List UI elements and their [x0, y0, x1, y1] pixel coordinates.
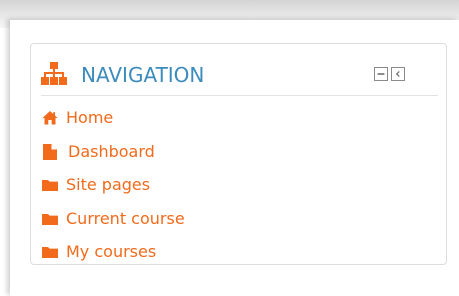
nav-item-site-pages[interactable]: Site pages — [41, 173, 438, 207]
nav-label[interactable]: Current course — [66, 207, 185, 231]
block-controls — [374, 67, 414, 83]
nav-label[interactable]: Site pages — [66, 173, 150, 197]
navigation-block: NAVIGATION Home Dashboard Site pages Cur… — [30, 43, 447, 265]
nav-item-dashboard[interactable]: Dashboard — [41, 140, 438, 174]
nav-item-current-course[interactable]: Current course — [41, 207, 438, 241]
folder-icon — [42, 247, 58, 258]
nav-label[interactable]: Dashboard — [68, 140, 155, 164]
nav-item-my-courses[interactable]: My courses — [41, 240, 438, 274]
document-icon — [43, 143, 57, 160]
navigation-list: Home Dashboard Site pages Current course… — [41, 106, 438, 274]
block-title: NAVIGATION — [81, 63, 205, 87]
sitemap-icon — [41, 62, 67, 85]
folder-icon — [42, 213, 58, 225]
nav-label[interactable]: Home — [66, 106, 113, 130]
minus-box-icon[interactable] — [374, 67, 388, 81]
block-header: NAVIGATION — [41, 59, 438, 96]
nav-item-home[interactable]: Home — [41, 106, 438, 140]
nav-label[interactable]: My courses — [66, 240, 156, 264]
folder-icon — [42, 180, 58, 191]
screenshot-frame: NAVIGATION Home Dashboard Site pages Cur… — [0, 0, 459, 296]
home-icon — [42, 111, 58, 125]
dock-left-icon[interactable] — [391, 67, 405, 81]
